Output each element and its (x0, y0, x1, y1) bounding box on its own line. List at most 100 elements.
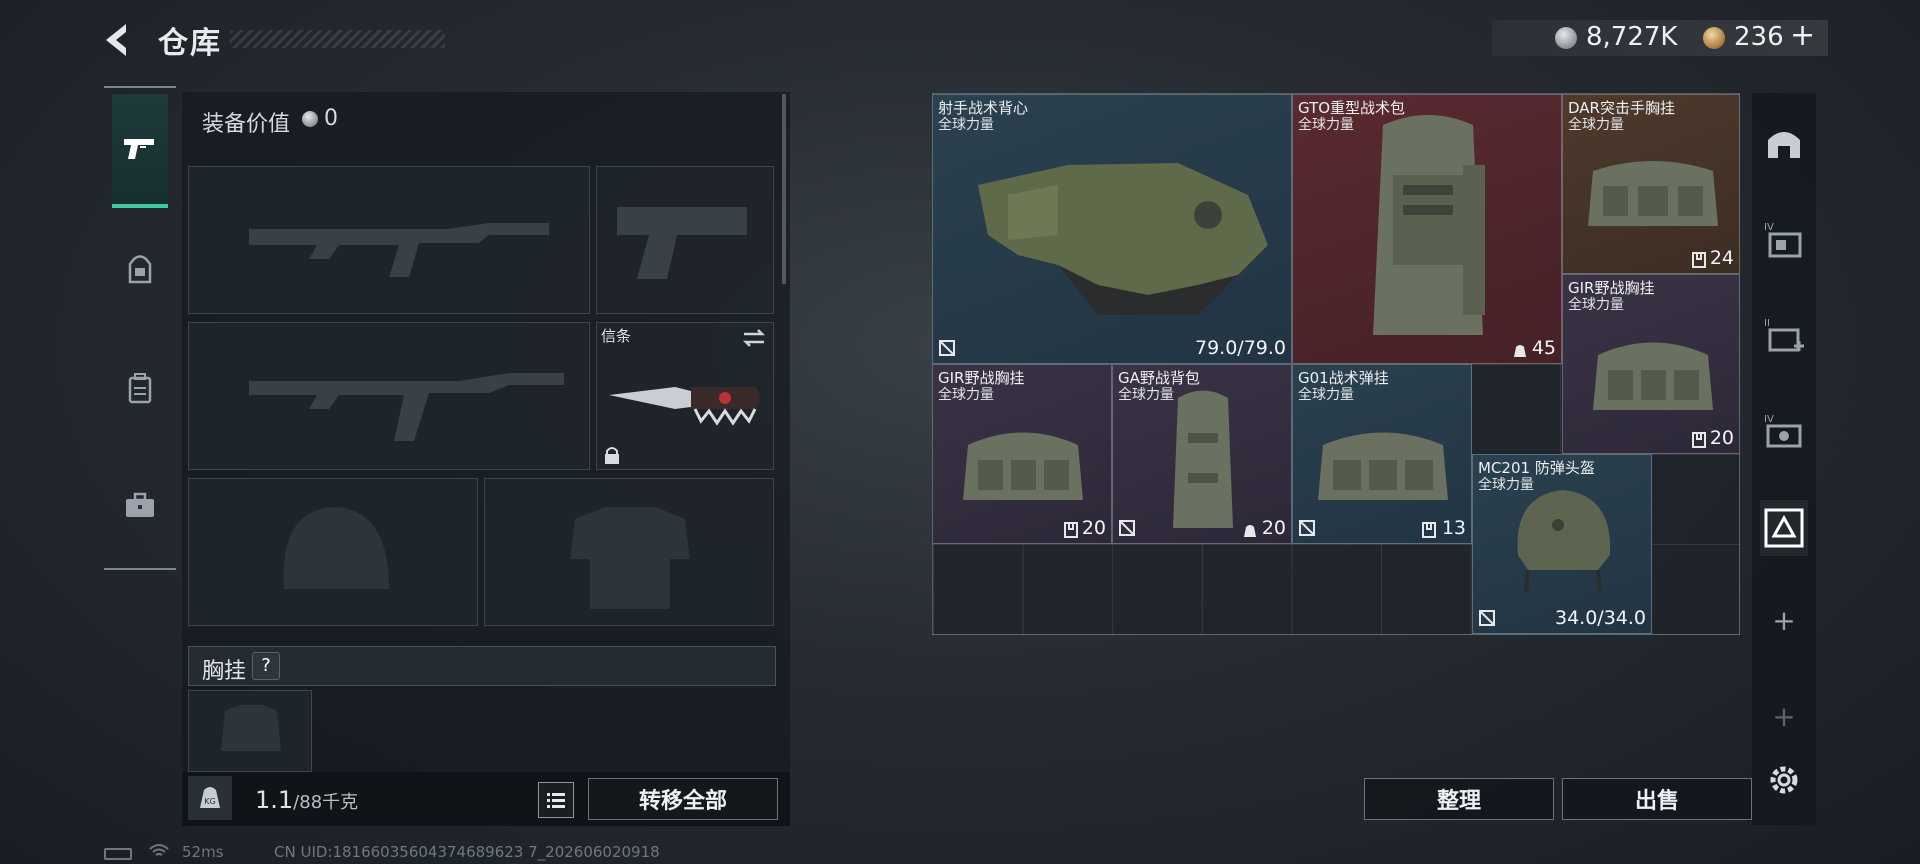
armor-slot[interactable] (484, 478, 774, 626)
tactical-vest-icon (978, 163, 1268, 315)
list-view-button[interactable] (538, 782, 574, 818)
uid-readout: CN UID:18166035604374689623 7_2026060209… (274, 843, 660, 861)
slots-icon (1692, 252, 1706, 268)
silver-coin-icon (1555, 27, 1577, 49)
battery-icon (104, 848, 132, 860)
helmet-slot[interactable] (188, 478, 478, 626)
vest-section-label: 胸挂 (202, 659, 247, 684)
tab-rail-bottom-line (104, 568, 176, 570)
svg-text:IV: IV (1764, 414, 1774, 425)
item-brand: 全球力量 (1298, 117, 1354, 133)
helmet-slot-icon[interactable] (1762, 122, 1806, 166)
item-capacity: 24 (1709, 247, 1734, 269)
equip-value: 0 (324, 106, 338, 131)
chest-rig-icon (1588, 161, 1718, 226)
tab-case[interactable] (112, 452, 168, 560)
sell-button[interactable]: 出售 (1562, 778, 1752, 820)
level-2-add-icon[interactable]: II (1762, 314, 1806, 358)
level-4-camera-icon[interactable]: IV (1762, 410, 1806, 454)
slots-icon (1064, 522, 1078, 538)
vest-silhouette-icon (221, 705, 281, 751)
stash-item-mc201-helmet[interactable]: MC201 防弹头盔 全球力量 34.0/34.0 (1472, 454, 1652, 634)
tab-bag[interactable] (112, 216, 168, 324)
help-icon[interactable]: ? (252, 652, 280, 680)
backpack-icon (128, 373, 152, 404)
svg-text:II: II (1764, 318, 1770, 329)
add-container-button[interactable]: + (1762, 604, 1806, 637)
item-capacity: 45 (1531, 337, 1556, 359)
container-selected-icon[interactable] (1762, 506, 1806, 550)
weight-readout: 1.1/88千克 (255, 786, 358, 814)
swap-icon[interactable] (741, 327, 767, 349)
kg-weight-icon: KG (200, 787, 220, 808)
page-title: 仓库 (158, 26, 222, 61)
repair-flag-icon (939, 340, 955, 356)
stash-item-ga-field-backpack[interactable]: GA野战背包 全球力量 20 (1112, 364, 1292, 544)
stash-item-g01-ammo-rig[interactable]: G01战术弹挂 全球力量 13 (1292, 364, 1472, 544)
item-name: 射手战术背心 (938, 99, 1029, 117)
weight-icon (1514, 345, 1526, 357)
tab-backpack[interactable] (112, 334, 168, 442)
rifle-silhouette-icon (249, 373, 564, 441)
slots-icon (1422, 522, 1436, 538)
weight-current: 1.1 (255, 786, 294, 814)
add-container-button-disabled: + (1772, 700, 1796, 733)
helmet-silhouette-icon (283, 507, 389, 589)
list-icon (547, 793, 565, 808)
stash-item-dar-chest-rig[interactable]: DAR突击手胸挂 全球力量 24 (1562, 94, 1740, 274)
item-durability: 34.0/34.0 (1554, 607, 1646, 629)
organize-button[interactable]: 整理 (1364, 778, 1554, 820)
stash-item-gir-chest-rig[interactable]: GIR野战胸挂 全球力量 20 (1562, 274, 1740, 454)
duffel-backpack-icon (1173, 390, 1233, 528)
armor-silhouette-icon (570, 507, 690, 609)
gear-icon[interactable] (1766, 762, 1802, 798)
add-gold-button[interactable]: + (1790, 18, 1815, 53)
item-capacity: 20 (1261, 517, 1286, 539)
chest-rig-icon (1593, 342, 1713, 410)
ammo-rig-icon (1318, 432, 1448, 500)
wifi-icon (149, 844, 169, 856)
stash-item-gir-chest-rig[interactable]: GIR野战胸挂 全球力量 20 (932, 364, 1112, 544)
heavy-backpack-icon (1373, 115, 1485, 335)
item-capacity: 20 (1709, 427, 1734, 449)
weight-icon (1244, 525, 1256, 537)
item-name: GIR野战胸挂 (938, 369, 1025, 387)
repair-flag-icon (1479, 610, 1495, 626)
level-4-container-icon[interactable]: IV (1762, 218, 1806, 262)
rifle-silhouette-icon (249, 223, 549, 277)
stash-item-gto-backpack[interactable]: GTO重型战术包 全球力量 45 (1292, 94, 1562, 364)
secondary-weapon-slot[interactable] (188, 322, 590, 470)
chest-rig-icon (963, 432, 1083, 500)
repair-flag-icon (1119, 520, 1135, 536)
gold-coin-icon (1703, 27, 1725, 49)
melee-slot-label: 信条 (601, 327, 632, 345)
knife-icon (609, 387, 760, 426)
title-decoration (230, 30, 445, 48)
item-name: GIR野战胸挂 (1568, 279, 1655, 297)
sidearm-slot[interactable] (596, 166, 774, 314)
melee-slot[interactable]: 信条 (596, 322, 774, 470)
stash-item-marksman-vest[interactable]: 射手战术背心 全球力量 79.0/79.0 (932, 94, 1292, 364)
pistol-icon (124, 139, 154, 159)
back-arrow-icon[interactable] (100, 20, 134, 60)
slots-icon (1692, 432, 1706, 448)
svg-text:IV: IV (1764, 222, 1774, 233)
svg-text:KG: KG (204, 797, 215, 806)
tab-rail-top-line (104, 86, 176, 88)
vest-slot[interactable] (188, 690, 312, 772)
item-capacity: 13 (1441, 517, 1466, 539)
loadout-scrollbar[interactable] (782, 94, 786, 284)
item-brand: 全球力量 (938, 387, 994, 403)
item-name: MC201 防弹头盔 (1478, 459, 1595, 477)
item-brand: 全球力量 (1478, 477, 1534, 493)
equip-value-label: 装备价值 (202, 112, 291, 137)
item-name: G01战术弹挂 (1298, 369, 1389, 387)
gold-amount: 236 (1734, 22, 1784, 52)
weight-max: /88千克 (293, 792, 359, 813)
transfer-all-button[interactable]: 转移全部 (588, 778, 778, 820)
tab-weapons[interactable] (112, 94, 168, 208)
briefcase-icon (126, 492, 154, 517)
ping-readout: 52ms (182, 843, 224, 861)
item-brand: 全球力量 (1298, 387, 1354, 403)
primary-weapon-slot[interactable] (188, 166, 590, 314)
